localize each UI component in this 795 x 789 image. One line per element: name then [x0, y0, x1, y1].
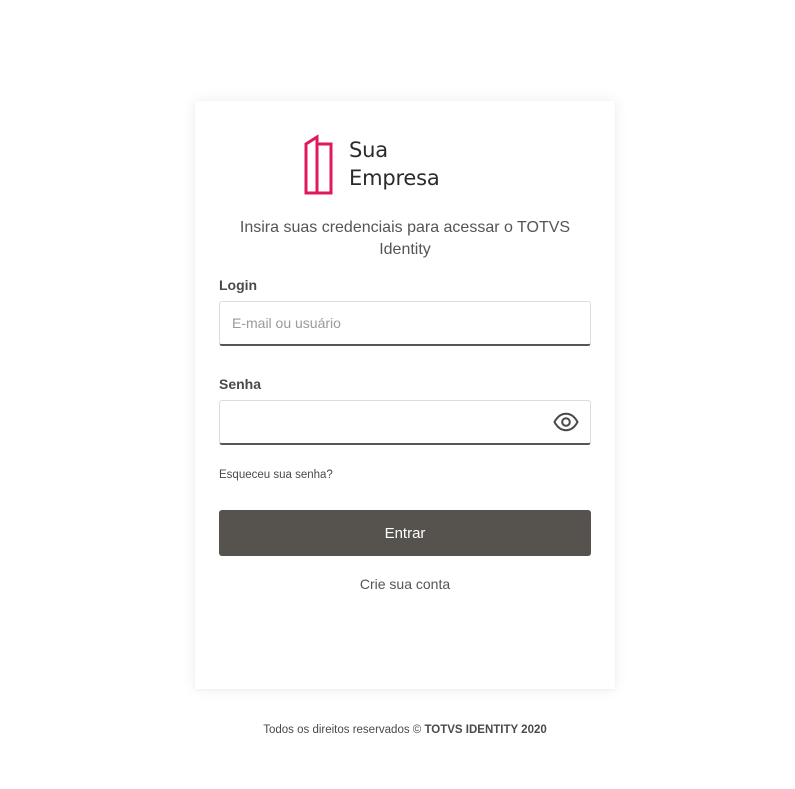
signup-link[interactable]: Crie sua conta: [195, 576, 615, 592]
login-label: Login: [219, 277, 258, 293]
footer-text: Todos os direitos reservados ©: [263, 724, 422, 736]
footer-brand: TOTVS IDENTITY 2020: [424, 724, 547, 736]
login-input[interactable]: [220, 302, 590, 344]
company-logo: Sua Empresa: [303, 133, 440, 195]
show-password-button[interactable]: [552, 410, 580, 434]
building-outline-icon: [304, 134, 333, 195]
company-name: Sua Empresa: [349, 136, 440, 192]
login-subtitle: Insira suas credenciais para acessar o T…: [239, 219, 571, 258]
eye-icon: [553, 412, 579, 432]
forgot-password-link[interactable]: Esqueceu sua senha?: [219, 469, 333, 481]
login-card: Sua Empresa Insira suas credenciais para…: [195, 101, 615, 689]
password-field[interactable]: [219, 400, 591, 445]
submit-button[interactable]: Entrar: [219, 510, 591, 556]
company-name-line1: Sua: [349, 138, 388, 162]
password-input[interactable]: [220, 401, 590, 443]
footer: Todos os direitos reservados © TOTVS IDE…: [0, 724, 795, 736]
password-label: Senha: [219, 376, 262, 392]
login-field[interactable]: [219, 301, 591, 346]
company-name-line2: Empresa: [349, 166, 440, 190]
